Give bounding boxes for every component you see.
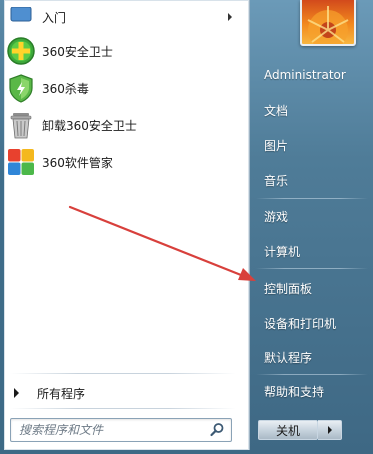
program-item-getting-started[interactable]: 入门 — [6, 0, 238, 34]
default-programs-link[interactable]: 默认程序 — [264, 349, 312, 366]
program-label: 360杀毒 — [42, 81, 89, 96]
360-antivirus-icon — [6, 73, 36, 103]
divider — [10, 408, 236, 409]
arrow-right-icon — [14, 388, 19, 398]
uninstall-icon — [6, 110, 36, 140]
all-programs-button[interactable]: 所有程序 — [10, 382, 238, 404]
program-label: 360软件管家 — [42, 155, 113, 170]
submenu-arrow-icon[interactable] — [228, 13, 232, 21]
devices-printers-link[interactable]: 设备和打印机 — [264, 315, 336, 332]
search-input[interactable] — [11, 419, 209, 440]
program-label: 360安全卫士 — [42, 44, 113, 59]
program-label: 入门 — [42, 10, 67, 25]
search-icon[interactable] — [209, 422, 225, 438]
360-safe-icon — [6, 36, 36, 66]
program-item-uninstall-360[interactable]: 卸载360安全卫士 — [6, 108, 238, 142]
control-panel-link[interactable]: 控制面板 — [264, 280, 312, 297]
start-icon — [6, 2, 36, 32]
divider — [256, 198, 368, 199]
music-link[interactable]: 音乐 — [264, 172, 288, 189]
user-name[interactable]: Administrator — [264, 68, 346, 82]
divider — [10, 373, 236, 374]
arrow-right-icon — [327, 426, 332, 434]
360-software-manager-icon — [6, 147, 36, 177]
program-item-360-safe[interactable]: 360安全卫士 — [6, 34, 238, 68]
help-support-link[interactable]: 帮助和支持 — [264, 383, 324, 400]
program-item-360-antivirus[interactable]: 360杀毒 — [6, 71, 238, 105]
program-label: 卸载360安全卫士 — [42, 118, 137, 133]
program-item-360-software-manager[interactable]: 360软件管家 — [6, 145, 238, 179]
documents-link[interactable]: 文档 — [264, 102, 288, 119]
shutdown-options-button[interactable] — [318, 420, 342, 440]
divider — [256, 374, 368, 375]
all-programs-label: 所有程序 — [37, 386, 86, 401]
games-link[interactable]: 游戏 — [264, 208, 288, 225]
pictures-link[interactable]: 图片 — [264, 137, 288, 154]
computer-link[interactable]: 计算机 — [264, 243, 300, 260]
shutdown-button[interactable]: 关机 — [258, 420, 318, 440]
divider — [256, 268, 368, 269]
search-box[interactable] — [10, 418, 232, 442]
user-avatar[interactable] — [300, 0, 356, 46]
